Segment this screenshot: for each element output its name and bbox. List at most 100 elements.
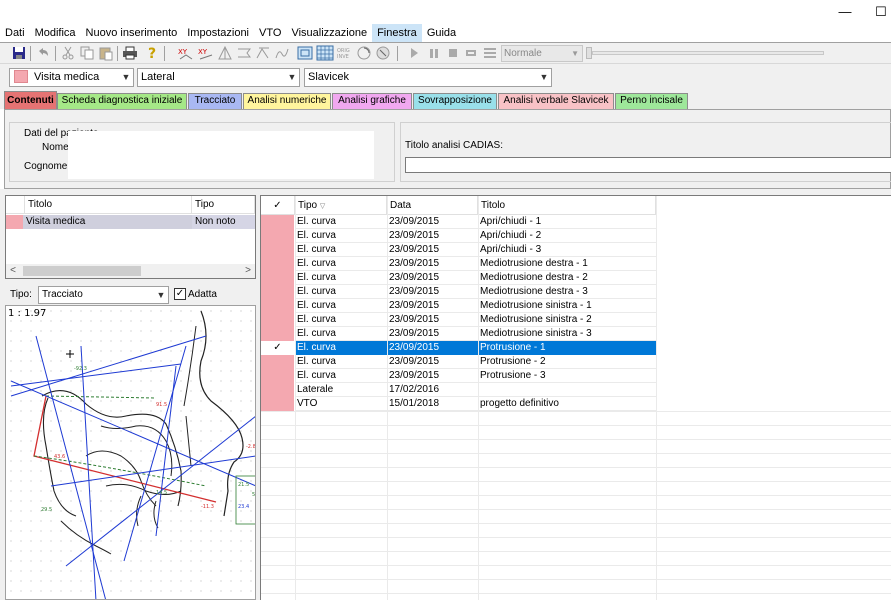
stop-icon[interactable] [444,45,462,61]
menu-dati[interactable]: Dati [0,24,30,42]
tab-tracciato[interactable]: Tracciato [188,93,242,109]
table-row[interactable]: El. curva 23/09/2015 Mediotrusione destra … [261,271,891,285]
row-color[interactable] [261,285,294,299]
menu-impostazioni[interactable]: Impostazioni [182,24,254,42]
tab-scheda-diagnostica[interactable]: Scheda diagnostica iniziale [57,93,187,109]
row-color[interactable] [261,229,294,243]
grid-line [261,439,891,440]
chevron-down-icon: ▼ [539,72,549,82]
tool-i-icon[interactable] [355,45,373,61]
row-color[interactable] [261,271,294,285]
tab-analisi-grafiche[interactable]: Analisi grafiche [332,93,412,109]
table-row[interactable]: ✓ El. curva 23/09/2015 Protrusione - 1 [261,341,891,355]
scroll-right-icon[interactable]: > [241,264,255,278]
maximize-icon[interactable]: ☐ [866,2,891,22]
slider-thumb[interactable] [586,47,592,59]
table-row[interactable]: El. curva 23/09/2015 Apri/chiudi - 3 [261,243,891,257]
table-row[interactable]: VTO 15/01/2018 progetto definitivo [261,397,891,411]
speed-slider[interactable] [592,51,824,55]
tipo-select[interactable]: Tracciato ▼ [38,286,169,304]
menu-finestra[interactable]: Finestra [372,24,422,42]
row-color[interactable] [261,383,294,397]
menu-vto[interactable]: VTO [254,24,286,42]
tool-j-icon[interactable] [374,45,392,61]
table-row[interactable]: El. curva 23/09/2015 Mediotrusione sinistr… [261,327,891,341]
table-row[interactable]: El. curva 23/09/2015 Mediotrusione destra … [261,257,891,271]
cadias-title-input[interactable] [405,157,891,173]
tab-contenuti[interactable]: Contenuti [4,91,57,109]
svg-text:-11.3: -11.3 [201,504,214,510]
table-row[interactable]: El. curva 23/09/2015 Apri/chiudi - 2 [261,229,891,243]
table-row[interactable]: El. curva 23/09/2015 Mediotrusione destra … [261,285,891,299]
header-titolo[interactable]: Titolo [478,196,656,215]
speed-select[interactable]: Normale ▼ [501,45,583,62]
table-row[interactable]: El. curva 23/09/2015 Apri/chiudi - 1 [261,215,891,229]
list-header-title[interactable]: Titolo [25,196,192,214]
sort-icon: ▽ [319,203,326,210]
patient-name-field[interactable] [68,131,374,179]
cell-data: 23/09/2015 [387,271,478,285]
row-color[interactable] [261,327,294,341]
print-icon[interactable] [121,45,139,61]
menu-visualizzazione[interactable]: Visualizzazione [286,24,372,42]
exam-select[interactable]: Visita medica ▼ [9,68,134,87]
help-icon[interactable]: ? [143,45,161,61]
settings-icon[interactable] [481,45,499,61]
row-color[interactable] [261,215,294,229]
menu-guida[interactable]: Guida [422,24,461,42]
tab-analisi-numeriche[interactable]: Analisi numeriche [243,93,331,109]
patient-group: Dati del paziente Nome: Cognome: [9,122,395,182]
paste-icon[interactable] [97,45,115,61]
cut-icon[interactable] [59,45,77,61]
analysis-select[interactable]: Slavicek ▼ [304,68,552,87]
undo-icon[interactable] [34,45,52,61]
grid-icon[interactable] [316,45,334,61]
header-data[interactable]: Data [387,196,478,215]
view-select[interactable]: Lateral ▼ [137,68,300,87]
list-header-type[interactable]: Tipo [192,196,255,214]
row-color[interactable] [261,313,294,327]
tool-g-icon[interactable] [296,45,314,61]
table-row[interactable]: El. curva 23/09/2015 Protrusione - 3 [261,369,891,383]
menu-nuovo-inserimento[interactable]: Nuovo inserimento [81,24,183,42]
tab-sovrapposizione[interactable]: Sovrapposizione [413,93,497,109]
header-check-icon[interactable]: ✓ [261,196,295,215]
svg-text:-2.8: -2.8 [246,444,256,450]
grid-line [478,196,479,600]
tab-perno-incisale[interactable]: Perno incisale [615,93,688,109]
row-color[interactable] [261,369,294,383]
row-color[interactable] [261,243,294,257]
copy-icon[interactable] [78,45,96,61]
row-color[interactable] [261,257,294,271]
tracing-canvas[interactable]: -92.3 91.5 -2.8 43.6 14.5 -11.3 29.5 21.… [5,305,256,600]
row-color[interactable] [261,355,294,369]
header-tipo[interactable]: Tipo ▽ [295,196,387,215]
scroll-thumb[interactable] [23,266,141,276]
adatta-checkbox[interactable]: ✓ [174,288,186,300]
loop-icon[interactable] [462,45,480,61]
play-icon[interactable] [405,45,423,61]
table-row[interactable]: Laterale 17/02/2016 [261,383,891,397]
row-color[interactable] [261,397,294,411]
table-row[interactable]: El. curva 23/09/2015 Mediotrusione sinistr… [261,313,891,327]
tool-b-icon[interactable]: XY [197,45,215,61]
table-row[interactable]: El. curva 23/09/2015 Protrusione - 2 [261,355,891,369]
tool-h-icon[interactable]: ORIG INVE [336,45,354,61]
tool-e-icon[interactable] [254,45,272,61]
list-item[interactable]: Visita medica Non noto [6,215,255,229]
tab-analisi-verbale[interactable]: Analisi verbale Slavicek [498,93,614,109]
cadias-title-label: Titolo analisi CADIAS: [405,140,503,151]
menu-modifica[interactable]: Modifica [30,24,81,42]
horizontal-scrollbar[interactable]: < > [6,264,255,278]
minimize-icon[interactable]: — [830,2,860,22]
save-icon[interactable] [10,45,28,61]
check-icon[interactable]: ✓ [261,341,294,355]
tool-c-icon[interactable] [216,45,234,61]
table-row[interactable]: El. curva 23/09/2015 Mediotrusione sinistr… [261,299,891,313]
scroll-left-icon[interactable]: < [6,264,20,278]
row-color[interactable] [261,299,294,313]
pause-icon[interactable] [425,45,443,61]
tool-f-icon[interactable] [273,45,291,61]
tool-a-icon[interactable]: XY [177,45,195,61]
tool-d-icon[interactable] [235,45,253,61]
